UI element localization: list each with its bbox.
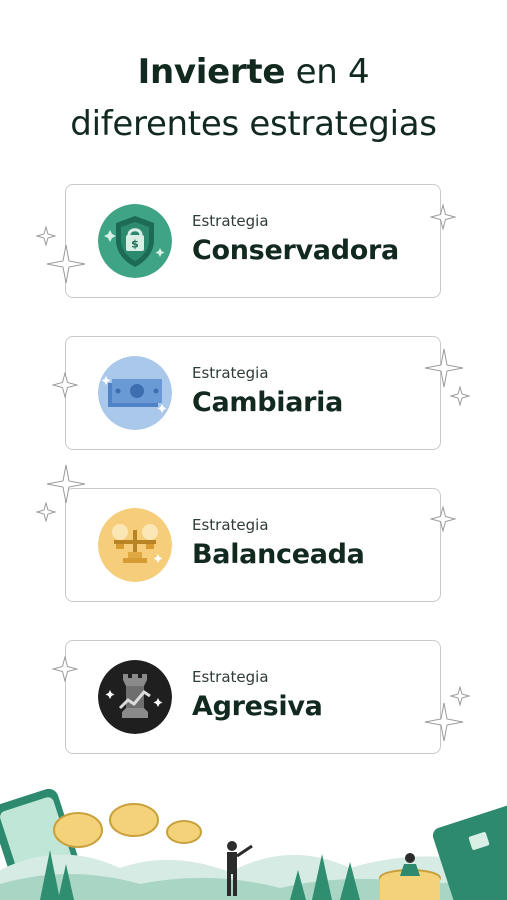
strategy-label: Estrategia [192, 364, 269, 382]
banknote-icon [98, 356, 172, 430]
strategy-name: Conservadora [192, 235, 399, 266]
strategy-card-agresiva[interactable]: Estrategia Agresiva [65, 640, 441, 754]
footer-illustration [0, 788, 507, 900]
title-rest: en 4 [285, 52, 370, 92]
shield-dollar-icon: $ [98, 204, 172, 278]
sparkle-icon [52, 372, 78, 398]
strategy-name: Cambiaria [192, 387, 344, 418]
page-title: Invierte en 4 diferentes estrategias [0, 46, 507, 150]
title-bold: Invierte [137, 52, 286, 92]
strategy-name: Balanceada [192, 539, 365, 570]
strategy-name: Agresiva [192, 691, 323, 722]
sparkle-icon [36, 226, 56, 246]
strategy-card-conservadora[interactable]: $ Estrategia Conservadora [65, 184, 441, 298]
strategy-label: Estrategia [192, 668, 269, 686]
sparkle-icon [424, 702, 464, 742]
svg-text:$: $ [131, 238, 139, 251]
strategy-label: Estrategia [192, 212, 269, 230]
chess-rook-icon [98, 660, 172, 734]
sparkle-icon [36, 502, 56, 522]
sparkle-icon [430, 506, 456, 532]
coin-icon [53, 803, 202, 848]
sparkle-icon [46, 244, 86, 284]
sparkle-icon [430, 204, 456, 230]
sparkle-icon [46, 464, 86, 504]
balance-scale-icon [98, 508, 172, 582]
strategy-card-balanceada[interactable]: Estrategia Balanceada [65, 488, 441, 602]
sparkle-icon [424, 348, 464, 388]
strategy-label: Estrategia [192, 516, 269, 534]
sparkle-icon [52, 656, 78, 682]
title-line-2: diferentes estrategias [70, 104, 437, 144]
strategy-card-cambiaria[interactable]: Estrategia Cambiaria [65, 336, 441, 450]
sparkle-icon [450, 386, 470, 406]
